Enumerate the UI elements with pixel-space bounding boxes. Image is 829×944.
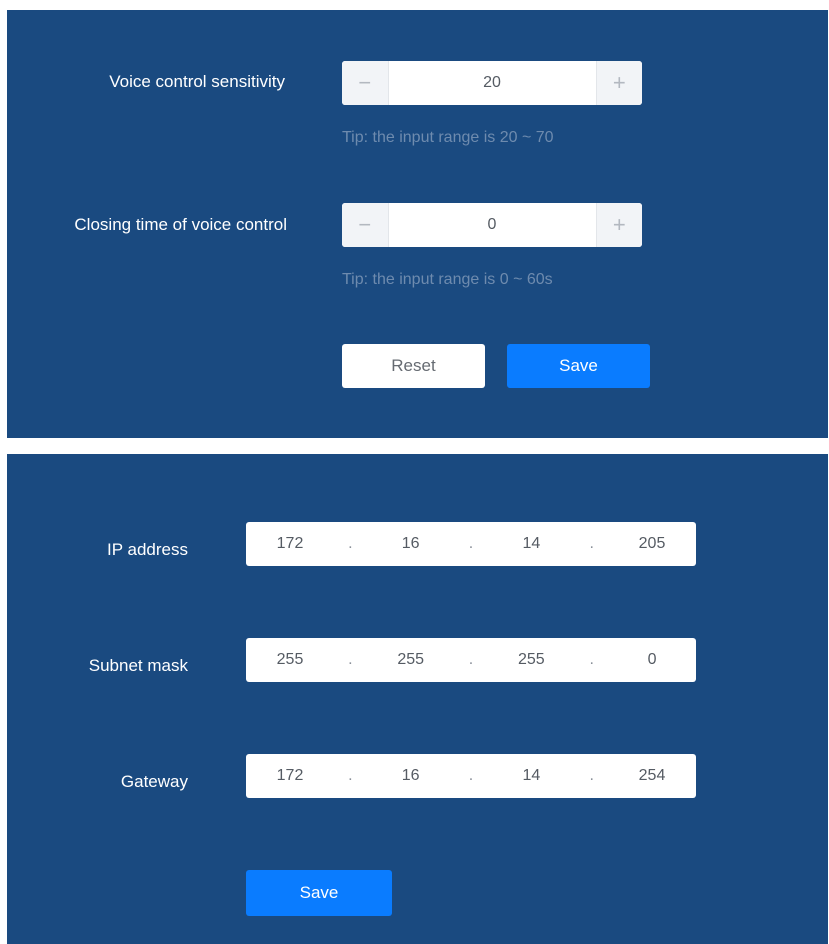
ip-address-octet-4[interactable] bbox=[608, 522, 697, 566]
sensitivity-tip: Tip: the input range is 20 ~ 70 bbox=[342, 129, 554, 146]
network-save-button[interactable]: Save bbox=[246, 870, 392, 916]
octet-separator: . bbox=[468, 535, 474, 552]
gateway-octet-1[interactable] bbox=[246, 754, 334, 798]
reset-button[interactable]: Reset bbox=[342, 344, 485, 388]
ip-address-octet-3[interactable] bbox=[487, 522, 576, 566]
gateway-octet-3[interactable] bbox=[487, 754, 576, 798]
subnet-mask-octet-2[interactable] bbox=[366, 638, 455, 682]
gateway-octet-4[interactable] bbox=[608, 754, 697, 798]
sensitivity-stepper: − + bbox=[342, 61, 642, 105]
subnet-mask-label: Subnet mask bbox=[88, 656, 188, 675]
sensitivity-decrement-button[interactable]: − bbox=[342, 61, 389, 105]
octet-separator: . bbox=[348, 535, 353, 552]
closing-time-increment-button[interactable]: + bbox=[595, 203, 642, 247]
closing-time-input[interactable] bbox=[388, 203, 596, 247]
sensitivity-input[interactable] bbox=[388, 61, 596, 105]
ip-address-octet-1[interactable] bbox=[246, 522, 334, 566]
octet-separator: . bbox=[348, 767, 353, 784]
voice-save-button[interactable]: Save bbox=[507, 344, 650, 388]
octet-separator: . bbox=[468, 651, 474, 668]
closing-time-decrement-button[interactable]: − bbox=[342, 203, 389, 247]
gateway-label: Gateway bbox=[120, 772, 188, 791]
subnet-mask-octet-1[interactable] bbox=[246, 638, 334, 682]
ip-address-field: . . . bbox=[246, 522, 697, 566]
plus-icon: + bbox=[612, 70, 626, 95]
octet-separator: . bbox=[589, 651, 594, 668]
ip-address-octet-2[interactable] bbox=[366, 522, 455, 566]
octet-separator: . bbox=[468, 767, 474, 784]
closing-time-stepper: − + bbox=[342, 203, 642, 247]
octet-separator: . bbox=[589, 535, 594, 552]
sensitivity-label: Voice control sensitivity bbox=[109, 72, 285, 91]
network-settings-panel: IP address . . . Subnet mask . . . Gatew… bbox=[7, 454, 828, 944]
subnet-mask-field: . . . bbox=[246, 638, 697, 682]
ip-address-label: IP address bbox=[107, 540, 188, 559]
minus-icon: − bbox=[358, 212, 372, 237]
subnet-mask-octet-3[interactable] bbox=[487, 638, 576, 682]
octet-separator: . bbox=[348, 651, 353, 668]
subnet-mask-octet-4[interactable] bbox=[608, 638, 697, 682]
octet-separator: . bbox=[589, 767, 594, 784]
sensitivity-increment-button[interactable]: + bbox=[595, 61, 642, 105]
voice-settings-panel: Voice control sensitivity − + Tip: the i… bbox=[7, 10, 828, 438]
minus-icon: − bbox=[358, 70, 372, 95]
plus-icon: + bbox=[612, 212, 626, 237]
closing-time-label: Closing time of voice control bbox=[74, 215, 287, 234]
gateway-field: . . . bbox=[246, 754, 697, 798]
gateway-octet-2[interactable] bbox=[366, 754, 455, 798]
closing-time-tip: Tip: the input range is 0 ~ 60s bbox=[342, 271, 553, 288]
